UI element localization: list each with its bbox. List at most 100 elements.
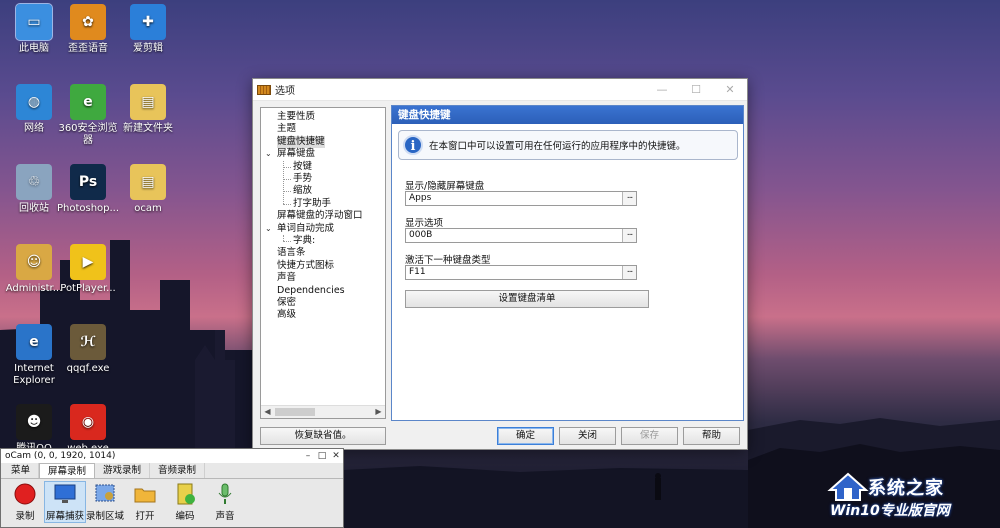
house-logo-icon bbox=[827, 472, 869, 501]
maximize-icon[interactable]: ☐ bbox=[679, 79, 713, 101]
tree-connector bbox=[283, 160, 284, 204]
expand-chevron-icon[interactable]: ⌄ bbox=[265, 149, 272, 158]
tool-label: 屏幕捕获 bbox=[45, 511, 84, 522]
tree-connector bbox=[283, 166, 291, 168]
desktop-icon-label: qqqf.exe bbox=[66, 363, 110, 374]
encode-button[interactable]: 编码 bbox=[165, 482, 205, 522]
save-button[interactable]: 保存 bbox=[621, 427, 678, 445]
tree-item[interactable]: 按键 bbox=[293, 161, 312, 173]
tree-item[interactable]: Dependencies bbox=[277, 285, 345, 297]
tree-item[interactable]: 字典: bbox=[293, 235, 315, 247]
record-area-button[interactable]: 录制区域 bbox=[85, 482, 125, 522]
tree-item[interactable]: 键盘快捷键 bbox=[277, 135, 325, 148]
desktop-icon-photoshop[interactable]: Ps Photoshop... bbox=[54, 164, 122, 215]
record-button[interactable]: 录制 bbox=[5, 482, 45, 522]
desktop-icon-ocam[interactable]: ▤ ocam bbox=[114, 164, 182, 215]
ok-button[interactable]: 确定 bbox=[497, 427, 554, 445]
info-icon: i bbox=[403, 135, 423, 155]
tool-label: 打开 bbox=[135, 511, 155, 522]
this-pc-icon: ▭ bbox=[15, 3, 53, 41]
options-tree: ◀ ▶ 主要性质 主题 键盘快捷键 ⌄ 屏幕键盘 按键 手势 缩放 打字助手 屏幕键盘的浮动窗口 ⌄… bbox=[260, 107, 386, 419]
tree-item[interactable]: 高级 bbox=[277, 309, 296, 321]
restore-defaults-button[interactable]: 恢复缺省值。 bbox=[260, 427, 386, 445]
tree-item[interactable]: 声音 bbox=[277, 272, 296, 284]
tool-label: 录制区域 bbox=[85, 511, 124, 522]
toggle-keyboard-hotkey-field[interactable]: Apps ... bbox=[405, 191, 637, 206]
scroll-right-icon[interactable]: ▶ bbox=[372, 406, 385, 418]
next-keyboard-hotkey-field[interactable]: F11 ... bbox=[405, 265, 637, 280]
watermark-sub: Win10专业版官网 bbox=[830, 503, 950, 519]
desktop-icon-label: PotPlayer... bbox=[60, 283, 116, 294]
ocam-tab[interactable]: 游戏录制 bbox=[95, 463, 151, 478]
ocam-tabs: 菜单 屏幕录制 游戏录制 音频录制 bbox=[1, 463, 343, 479]
dialog-titlebar[interactable]: 选项 — ☐ ✕ bbox=[253, 79, 747, 101]
field-value: 000B bbox=[409, 230, 433, 240]
maximize-icon[interactable]: □ bbox=[315, 449, 329, 463]
desktop-icon-aijianji[interactable]: ✚ 爱剪辑 bbox=[114, 4, 182, 55]
monitor-icon bbox=[53, 482, 77, 506]
ocam-window: oCam (0, 0, 1920, 1014) – □ ✕ 菜单 屏幕录制 游戏录制… bbox=[0, 448, 344, 528]
tree-item[interactable]: 屏幕键盘的浮动窗口 bbox=[277, 210, 363, 222]
encode-icon bbox=[173, 482, 197, 506]
close-icon[interactable]: ✕ bbox=[713, 79, 747, 101]
scroll-thumb[interactable] bbox=[275, 408, 315, 416]
browse-button[interactable]: ... bbox=[622, 192, 636, 205]
tree-item[interactable]: 打字助手 bbox=[293, 198, 331, 210]
desktop-icon-potplayer[interactable]: ▶ PotPlayer... bbox=[54, 244, 122, 295]
qqqf-icon: ℋ bbox=[70, 324, 106, 360]
tree-item[interactable]: 主要性质 bbox=[277, 111, 315, 123]
minimize-icon[interactable]: — bbox=[645, 79, 679, 101]
tree-item[interactable]: 屏幕键盘 bbox=[277, 148, 315, 160]
mic-icon bbox=[213, 482, 237, 506]
help-button[interactable]: 帮助 bbox=[683, 427, 740, 445]
tree-horizontal-scrollbar[interactable]: ◀ ▶ bbox=[261, 405, 385, 418]
ocam-tab[interactable]: 菜单 bbox=[3, 463, 40, 478]
desktop-icon-360[interactable]: e 360安全浏览器 bbox=[54, 84, 122, 147]
screen-capture-button[interactable]: 屏幕捕获 bbox=[44, 481, 86, 523]
sound-button[interactable]: 声音 bbox=[205, 482, 245, 522]
close-button[interactable]: 关闭 bbox=[559, 427, 616, 445]
ocam-tab[interactable]: 屏幕录制 bbox=[39, 463, 96, 478]
info-text: 在本窗口中可以设置可用在任何运行的应用程序中的快捷键。 bbox=[429, 141, 686, 152]
360-icon: e bbox=[70, 84, 106, 120]
ocam-tab[interactable]: 音频录制 bbox=[150, 463, 206, 478]
field-label-toggle-keyboard: 显示/隐藏屏幕键盘 bbox=[405, 181, 485, 192]
tree-item[interactable]: 单词自动完成 bbox=[277, 223, 334, 235]
field-value: F11 bbox=[409, 267, 426, 277]
photoshop-icon: Ps bbox=[70, 164, 106, 200]
desktop-icon-label: 360安全浏览器 bbox=[58, 123, 118, 146]
minimize-icon[interactable]: – bbox=[301, 449, 315, 463]
tree-connector bbox=[283, 203, 291, 205]
record-icon bbox=[13, 482, 37, 506]
desktop-icon-label: 歪歪语音 bbox=[68, 43, 108, 54]
tree-item[interactable]: 手势 bbox=[293, 173, 312, 185]
desktop-icon-label: 爱剪辑 bbox=[133, 43, 163, 54]
tree-item[interactable]: 保密 bbox=[277, 297, 296, 309]
open-button[interactable]: 打开 bbox=[125, 482, 165, 522]
tree-connector bbox=[283, 235, 284, 241]
field-value: Apps bbox=[409, 193, 432, 203]
tree-item[interactable]: 缩放 bbox=[293, 185, 312, 197]
show-options-hotkey-field[interactable]: 000B ... bbox=[405, 228, 637, 243]
ocam-icon: ▤ bbox=[130, 164, 166, 200]
recycle-icon: ♲ bbox=[16, 164, 52, 200]
close-icon[interactable]: ✕ bbox=[329, 449, 343, 463]
browse-button[interactable]: ... bbox=[622, 266, 636, 279]
tree-connector bbox=[283, 241, 291, 242]
expand-chevron-icon[interactable]: ⌄ bbox=[265, 224, 272, 233]
ocam-toolbar: 录制 屏幕捕获 录制区域 打开 编码 声音 bbox=[1, 479, 343, 525]
tree-connector bbox=[283, 179, 291, 180]
ocam-titlebar[interactable]: oCam (0, 0, 1920, 1014) – □ ✕ bbox=[1, 449, 343, 463]
scroll-left-icon[interactable]: ◀ bbox=[261, 406, 274, 418]
desktop-icon-qqqf[interactable]: ℋqqqf.exe bbox=[54, 324, 122, 375]
tree-item[interactable]: 语言条 bbox=[277, 247, 306, 259]
browse-button[interactable]: ... bbox=[622, 229, 636, 242]
desktop-icon-waiwai[interactable]: ✿ 歪歪语音 bbox=[54, 4, 122, 55]
tree-item[interactable]: 快捷方式图标 bbox=[277, 260, 334, 272]
tencentqq-icon: ☻ bbox=[16, 404, 52, 440]
newfolder-icon: ▤ bbox=[130, 84, 166, 120]
desktop-icon-newfolder[interactable]: ▤ 新建文件夹 bbox=[114, 84, 182, 135]
keyboard-list-button[interactable]: 设置键盘清单 bbox=[405, 290, 649, 308]
tree-item[interactable]: 主题 bbox=[277, 123, 296, 135]
watermark-main: 系统之家 bbox=[868, 478, 944, 499]
